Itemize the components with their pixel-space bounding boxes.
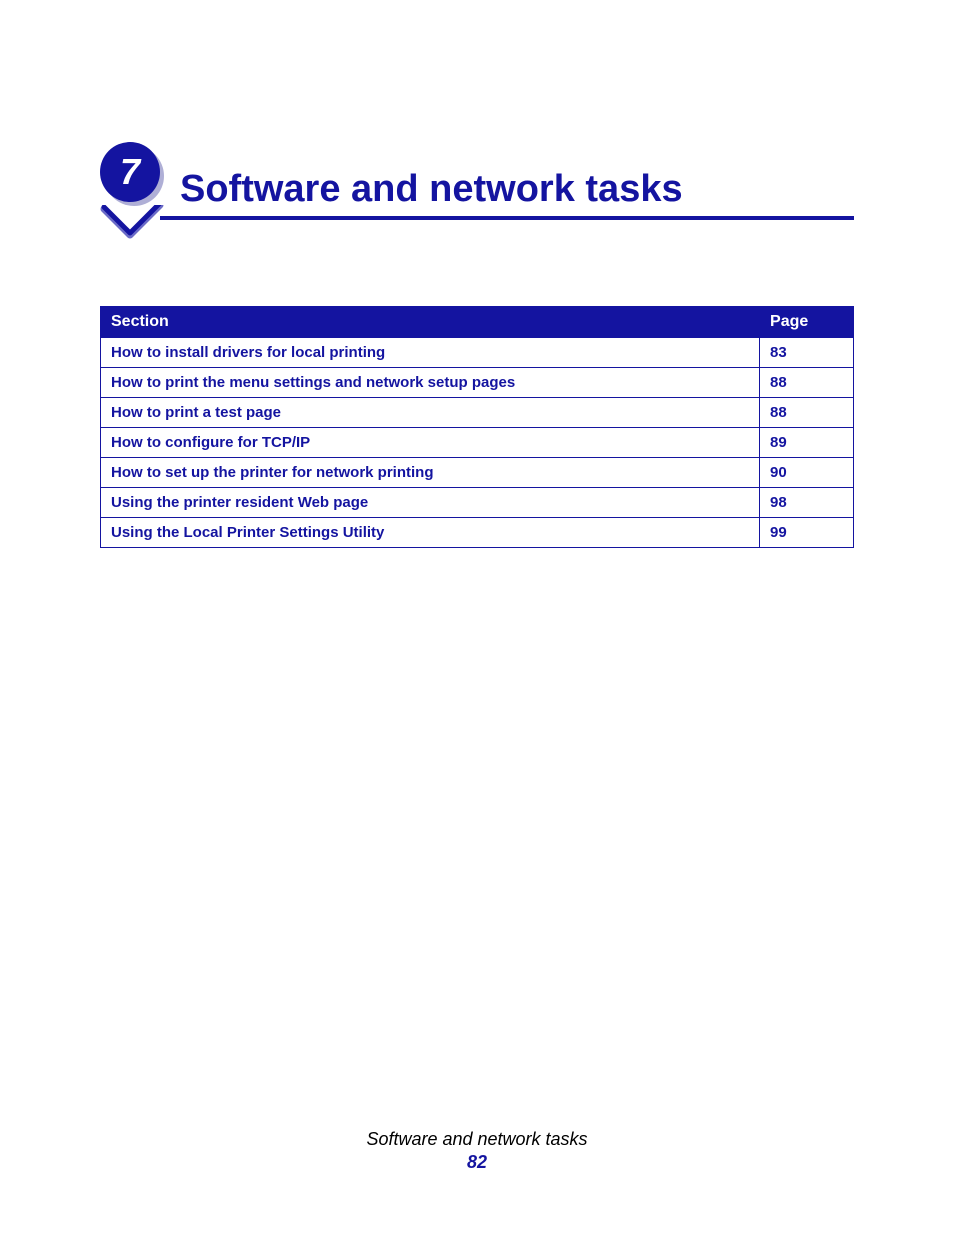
header-page: Page <box>760 307 854 338</box>
table-row: How to print the menu settings and netwo… <box>101 368 854 398</box>
document-page: 7 Software and network tasks Section Pag… <box>0 0 954 1235</box>
table-row: Using the printer resident Web page 98 <box>101 488 854 518</box>
section-link[interactable]: How to set up the printer for network pr… <box>101 458 760 488</box>
section-link[interactable]: How to configure for TCP/IP <box>101 428 760 458</box>
page-link[interactable]: 88 <box>760 368 854 398</box>
chapter-number: 7 <box>120 151 140 193</box>
table-header-row: Section Page <box>101 307 854 338</box>
page-link[interactable]: 88 <box>760 398 854 428</box>
header-section: Section <box>101 307 760 338</box>
page-link[interactable]: 83 <box>760 338 854 368</box>
page-link[interactable]: 89 <box>760 428 854 458</box>
chapter-title: Software and network tasks <box>180 168 683 211</box>
table-row: Using the Local Printer Settings Utility… <box>101 518 854 548</box>
table-row: How to print a test page 88 <box>101 398 854 428</box>
footer-title: Software and network tasks <box>0 1129 954 1150</box>
table-row: How to set up the printer for network pr… <box>101 458 854 488</box>
chevron-icon <box>100 205 164 250</box>
section-link[interactable]: Using the Local Printer Settings Utility <box>101 518 760 548</box>
section-link[interactable]: Using the printer resident Web page <box>101 488 760 518</box>
page-link[interactable]: 90 <box>760 458 854 488</box>
section-link[interactable]: How to print the menu settings and netwo… <box>101 368 760 398</box>
footer-page-number: 82 <box>0 1152 954 1173</box>
section-link[interactable]: How to print a test page <box>101 398 760 428</box>
title-rule <box>160 216 854 220</box>
table-row: How to install drivers for local printin… <box>101 338 854 368</box>
toc-table: Section Page How to install drivers for … <box>100 306 854 548</box>
table-row: How to configure for TCP/IP 89 <box>101 428 854 458</box>
page-link[interactable]: 98 <box>760 488 854 518</box>
page-link[interactable]: 99 <box>760 518 854 548</box>
section-link[interactable]: How to install drivers for local printin… <box>101 338 760 368</box>
badge-circle: 7 <box>100 142 160 202</box>
page-footer: Software and network tasks 82 <box>0 1129 954 1173</box>
